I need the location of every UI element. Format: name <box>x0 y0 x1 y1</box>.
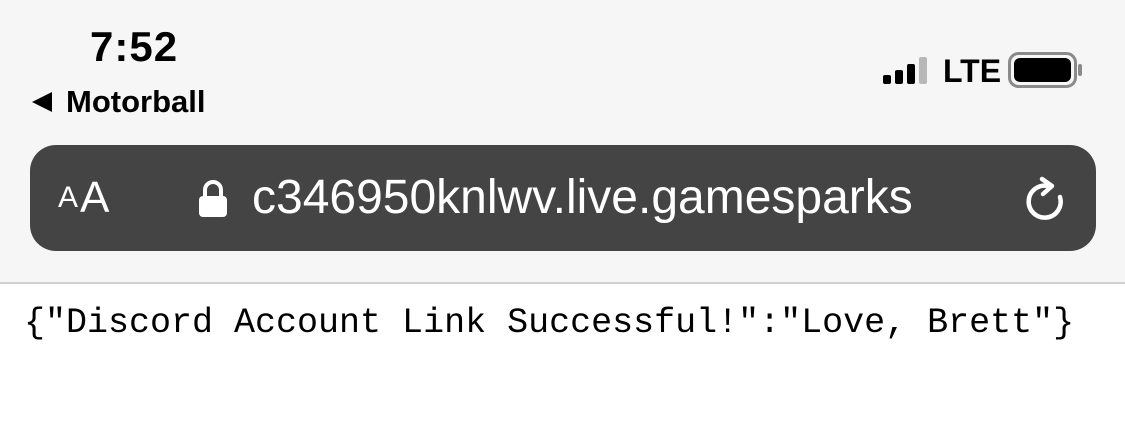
reload-icon[interactable] <box>1020 175 1072 227</box>
browser-chrome: 7:52 Motorball LTE AA c346950knlwv.live.… <box>0 0 1125 284</box>
back-app-label: Motorball <box>66 84 206 119</box>
address-bar[interactable]: AA c346950knlwv.live.gamesparks <box>30 145 1096 251</box>
battery-icon <box>1008 52 1082 88</box>
back-to-app-button[interactable]: Motorball <box>32 84 206 120</box>
status-time: 7:52 <box>90 23 179 70</box>
carrier-label: LTE <box>943 53 1002 89</box>
reader-small-a: A <box>58 181 79 214</box>
lock-icon <box>199 180 227 217</box>
cellular-signal-icon <box>883 57 927 84</box>
reader-options-button[interactable]: AA <box>58 145 109 251</box>
url-text[interactable]: c346950knlwv.live.gamesparks <box>252 145 1022 251</box>
page-body-text: {"Discord Account Link Successful!":"Lov… <box>24 303 1075 343</box>
back-triangle-icon <box>32 92 52 112</box>
reader-large-a: A <box>80 173 110 222</box>
